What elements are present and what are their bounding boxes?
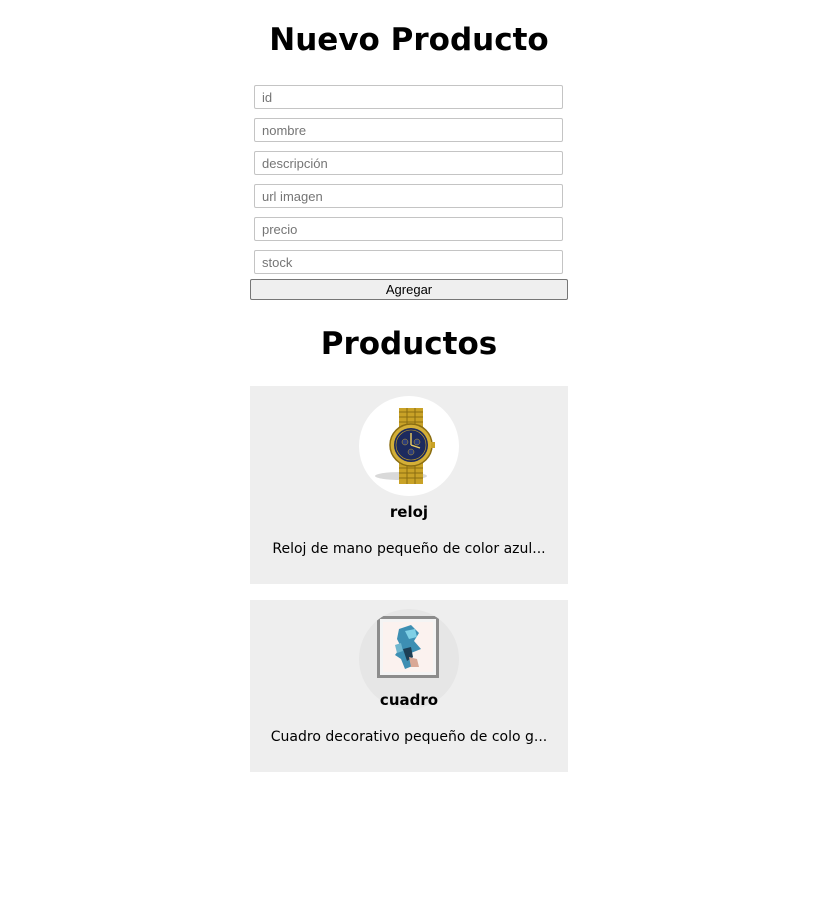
form-title: Nuevo Producto	[269, 22, 549, 58]
product-name: reloj	[389, 503, 429, 521]
product-description: Cuadro decorativo pequeño de colo g...	[270, 729, 548, 745]
id-input[interactable]	[254, 85, 563, 109]
product-card-reloj: reloj Reloj de mano pequeño de color azu…	[250, 386, 568, 584]
products-title: Productos	[320, 326, 498, 362]
watch-icon	[375, 408, 435, 484]
precio-input[interactable]	[254, 217, 563, 241]
product-name: cuadro	[379, 691, 439, 709]
agregar-button[interactable]: Agregar	[250, 279, 568, 300]
product-description: Reloj de mano pequeño de color azul...	[272, 541, 546, 557]
stock-input[interactable]	[254, 250, 563, 274]
product-card-cuadro: cuadro Cuadro decorativo pequeño de colo…	[250, 600, 568, 772]
url-imagen-input[interactable]	[254, 184, 563, 208]
nombre-input[interactable]	[254, 118, 563, 142]
product-image-reloj	[359, 396, 459, 496]
descripcion-input[interactable]	[254, 151, 563, 175]
